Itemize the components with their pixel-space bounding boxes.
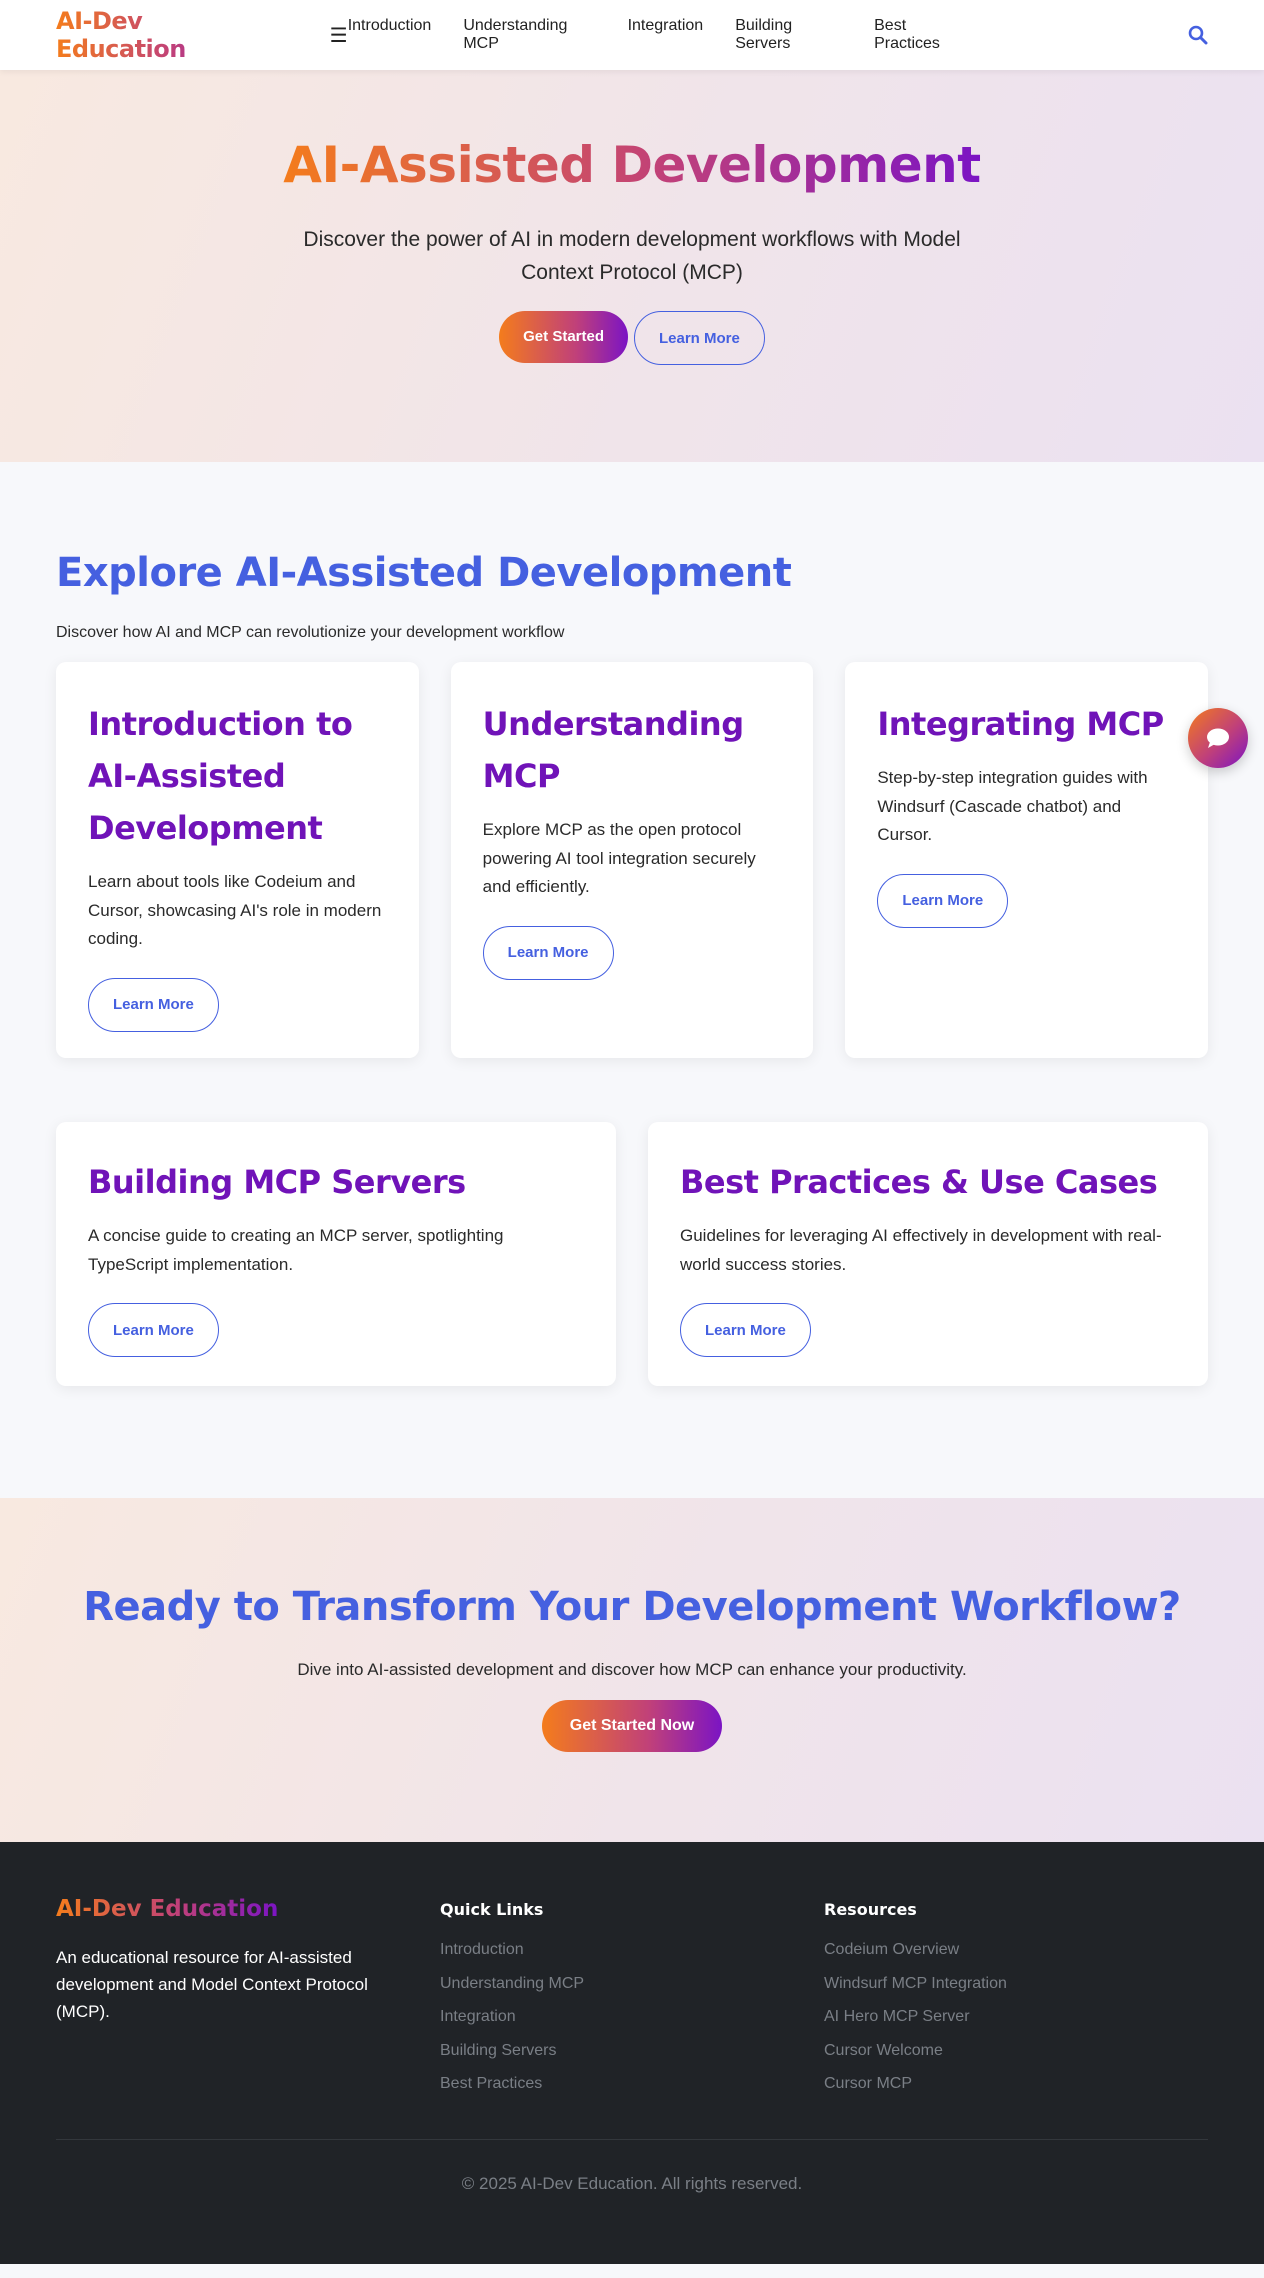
cta-subtitle: Dive into AI-assisted development and di… [297, 1660, 967, 1679]
learn-more-button[interactable]: Learn More [88, 1303, 219, 1357]
cards-row: Building MCP Servers A concise guide to … [56, 1122, 1208, 1386]
search-icon[interactable] [1188, 25, 1208, 45]
footer-divider [56, 2138, 1208, 2140]
list-item: Codeium Overview [824, 1933, 1208, 1967]
list-item: AI Hero MCP Server [824, 2000, 1208, 2034]
footer-link-best-practices[interactable]: Best Practices [440, 2075, 542, 2092]
card-title: Integrating MCP [877, 705, 1164, 743]
list-item: Best Practices [440, 2067, 824, 2101]
resources-heading: Resources [824, 1900, 917, 1919]
get-started-button[interactable]: Get Started [499, 311, 628, 363]
explore-section: Explore AI-Assisted Development Discover… [0, 462, 1264, 1498]
nav-link-building-servers[interactable]: Building Servers [735, 17, 842, 53]
copyright-text: © 2025 AI-Dev Education. All rights rese… [461, 2173, 803, 2193]
footer-about: AI-Dev Education An educational resource… [56, 1896, 440, 2101]
footer-link-windsurf-mcp[interactable]: Windsurf MCP Integration [824, 1975, 1007, 1992]
footer-link-integration[interactable]: Integration [440, 2008, 516, 2025]
cta-title: Ready to Transform Your Development Work… [83, 1584, 1181, 1630]
list-item: Cursor MCP [824, 2067, 1208, 2101]
learn-more-button[interactable]: Learn More [680, 1303, 811, 1357]
card-title: Building MCP Servers [88, 1163, 466, 1201]
list-item: Windsurf MCP Integration [824, 1967, 1208, 2001]
quick-links-heading: Quick Links [440, 1900, 544, 1919]
card-integrating-mcp: Integrating MCP Step-by-step integration… [845, 662, 1209, 1058]
footer: AI-Dev Education An educational resource… [0, 1842, 1264, 2264]
list-item: Cursor Welcome [824, 2034, 1208, 2068]
card-text: A concise guide to creating an MCP serve… [88, 1226, 504, 1274]
card-title: Understanding MCP [482, 705, 744, 795]
card-text: Learn about tools like Codeium and Curso… [88, 872, 382, 948]
cards-row: Introduction to AI-Assisted Development … [56, 662, 1209, 1058]
footer-quick-links: Quick Links Introduction Understanding M… [440, 1896, 824, 2101]
resources-list: Codeium Overview Windsurf MCP Integratio… [824, 1933, 1208, 2101]
hamburger-menu-icon[interactable]: ☰ [330, 23, 348, 48]
nav-link-integration[interactable]: Integration [628, 17, 704, 53]
card-best-practices: Best Practices & Use Cases Guidelines fo… [648, 1122, 1208, 1386]
nav-links: Introduction Understanding MCP Integrati… [348, 17, 968, 53]
list-item: Understanding MCP [440, 1967, 824, 2001]
list-item: Building Servers [440, 2034, 824, 2068]
learn-more-button[interactable]: Learn More [877, 873, 1009, 928]
footer-columns: AI-Dev Education An educational resource… [56, 1896, 1208, 2101]
top-navbar: AI-Dev Education ☰ Introduction Understa… [0, 0, 1264, 70]
nav-link-understanding-mcp[interactable]: Understanding MCP [463, 17, 595, 53]
chat-button[interactable] [1188, 708, 1248, 768]
learn-more-button[interactable]: Learn More [88, 977, 219, 1032]
footer-link-understanding-mcp[interactable]: Understanding MCP [440, 1975, 584, 1992]
get-started-now-button[interactable]: Get Started Now [541, 1700, 723, 1752]
nav-link-best-practices[interactable]: Best Practices [874, 17, 968, 53]
card-understanding-mcp: Understanding MCP Explore MCP as the ope… [450, 662, 814, 1058]
cta-section: Ready to Transform Your Development Work… [0, 1498, 1264, 1842]
list-item: Introduction [440, 1933, 824, 1967]
hero-learn-more-button[interactable]: Learn More [634, 311, 765, 365]
card-text: Step-by-step integration guides with Win… [877, 768, 1148, 844]
hero-section: AI-Assisted Development Discover the pow… [0, 70, 1264, 462]
explore-title: Explore AI-Assisted Development [56, 550, 792, 596]
hero-buttons: Get Started Learn More [0, 311, 1264, 365]
footer-link-codeium-overview[interactable]: Codeium Overview [824, 1941, 959, 1958]
hero-title: AI-Assisted Development [283, 136, 981, 194]
hero-subtitle: Discover the power of AI in modern devel… [303, 228, 961, 284]
list-item: Integration [440, 2000, 824, 2034]
brand-logo[interactable]: AI-Dev Education [56, 7, 270, 63]
card-introduction: Introduction to AI-Assisted Development … [56, 662, 419, 1058]
footer-resources: Resources Codeium Overview Windsurf MCP … [824, 1896, 1208, 2101]
footer-link-ai-hero-mcp[interactable]: AI Hero MCP Server [824, 2008, 970, 2025]
card-title: Introduction to AI-Assisted Development [88, 705, 353, 847]
chat-bubble-icon [1207, 728, 1229, 748]
card-title: Best Practices & Use Cases [680, 1163, 1158, 1201]
footer-link-cursor-welcome[interactable]: Cursor Welcome [824, 2042, 943, 2059]
footer-link-cursor-mcp[interactable]: Cursor MCP [824, 2075, 912, 2092]
card-text: Guidelines for leveraging AI effectively… [680, 1226, 1162, 1274]
card-text: Explore MCP as the open protocol powerin… [482, 820, 756, 896]
nav-link-introduction[interactable]: Introduction [348, 17, 432, 53]
footer-brand: AI-Dev Education [56, 1896, 279, 1922]
footer-description: An educational resource for AI-assisted … [56, 1948, 368, 2021]
quick-links-list: Introduction Understanding MCP Integrati… [440, 1933, 824, 2101]
card-building-mcp-servers: Building MCP Servers A concise guide to … [56, 1122, 616, 1386]
explore-subtitle: Discover how AI and MCP can revolutioniz… [56, 624, 565, 641]
learn-more-button[interactable]: Learn More [482, 925, 614, 980]
footer-link-introduction[interactable]: Introduction [440, 1941, 524, 1958]
footer-link-building-servers[interactable]: Building Servers [440, 2042, 557, 2059]
